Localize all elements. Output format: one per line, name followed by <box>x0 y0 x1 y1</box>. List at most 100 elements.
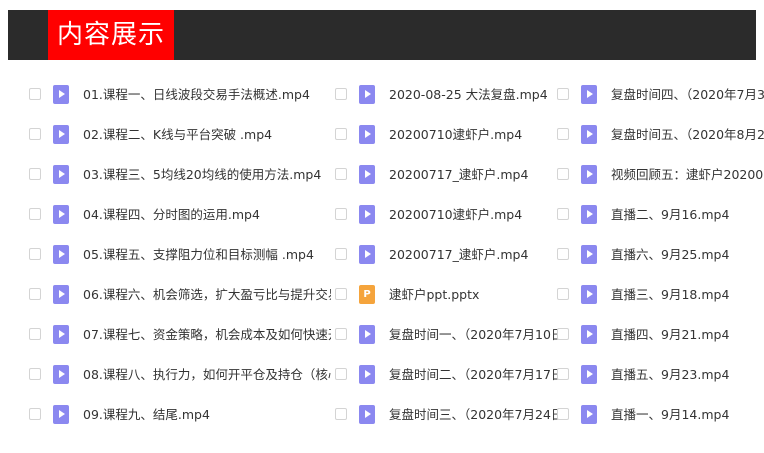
file-name[interactable]: 04.课程四、分时图的运用.mp4 <box>83 195 331 235</box>
file-name[interactable]: 20200710逮虾户.mp4 <box>389 195 559 235</box>
file-item[interactable]: 直播六、9月25.mp4 <box>557 235 757 275</box>
file-item[interactable]: 20200717_逮虾户.mp4 <box>335 235 559 275</box>
file-item[interactable]: 复盘时间三、（2020年7月24日 <box>335 395 559 435</box>
video-file-icon <box>581 365 597 384</box>
file-checkbox[interactable] <box>557 408 569 420</box>
video-file-icon <box>359 85 375 104</box>
file-checkbox[interactable] <box>29 88 41 100</box>
file-checkbox[interactable] <box>29 288 41 300</box>
file-name[interactable]: 07.课程七、资金策略，机会成本及如何快速开 <box>83 315 331 355</box>
file-item[interactable]: 直播二、9月16.mp4 <box>557 195 757 235</box>
file-checkbox[interactable] <box>335 168 347 180</box>
file-checkbox[interactable] <box>557 248 569 260</box>
file-item[interactable]: P 逮虾户ppt.pptx <box>335 275 559 315</box>
file-name[interactable]: 复盘时间五、（2020年8月2 <box>611 115 764 155</box>
file-item[interactable]: 复盘时间四、（2020年7月3 <box>557 75 764 115</box>
file-item[interactable]: 03.课程三、5均线20均线的使用方法.mp4 <box>29 155 331 195</box>
file-checkbox[interactable] <box>335 248 347 260</box>
file-item[interactable]: 20200717_逮虾户.mp4 <box>335 155 559 195</box>
video-file-icon <box>359 325 375 344</box>
file-name[interactable]: 06.课程六、机会筛选，扩大盈亏比与提升交易 <box>83 275 331 315</box>
file-name[interactable]: 05.课程五、支撑阻力位和目标测幅 .mp4 <box>83 235 331 275</box>
file-name[interactable]: 03.课程三、5均线20均线的使用方法.mp4 <box>83 155 331 195</box>
file-checkbox[interactable] <box>557 128 569 140</box>
file-name[interactable]: 直播三、9月18.mp4 <box>611 275 764 315</box>
file-checkbox[interactable] <box>335 88 347 100</box>
file-name[interactable]: 直播六、9月25.mp4 <box>611 235 764 275</box>
file-checkbox[interactable] <box>557 288 569 300</box>
video-file-icon <box>359 165 375 184</box>
file-item[interactable]: 20200710逮虾户.mp4 <box>335 115 559 155</box>
file-name[interactable]: 直播一、9月14.mp4 <box>611 395 764 435</box>
file-name[interactable]: 直播五、9月23.mp4 <box>611 355 764 395</box>
video-file-icon <box>53 205 69 224</box>
file-grid: 01.课程一、日线波段交易手法概述.mp4 02.课程二、K线与平台突破 .mp4… <box>0 75 764 435</box>
file-item[interactable]: 直播五、9月23.mp4 <box>557 355 757 395</box>
video-file-icon <box>581 245 597 264</box>
file-checkbox[interactable] <box>335 128 347 140</box>
file-checkbox[interactable] <box>557 328 569 340</box>
file-name[interactable]: 复盘时间一、（2020年7月10日 <box>389 315 559 355</box>
file-checkbox[interactable] <box>29 168 41 180</box>
file-name[interactable]: 01.课程一、日线波段交易手法概述.mp4 <box>83 75 331 115</box>
file-name[interactable]: 复盘时间四、（2020年7月3 <box>611 75 764 115</box>
file-checkbox[interactable] <box>335 368 347 380</box>
file-item[interactable]: 复盘时间五、（2020年8月2 <box>557 115 764 155</box>
file-name[interactable]: 20200710逮虾户.mp4 <box>389 115 559 155</box>
video-file-icon <box>359 205 375 224</box>
video-file-icon <box>53 245 69 264</box>
video-file-icon <box>53 365 69 384</box>
file-item[interactable]: 06.课程六、机会筛选，扩大盈亏比与提升交易 <box>29 275 331 315</box>
video-file-icon <box>53 165 69 184</box>
file-name[interactable]: 08.课程八、执行力，如何开平仓及持仓（核心 <box>83 355 331 395</box>
video-file-icon <box>581 165 597 184</box>
file-checkbox[interactable] <box>335 208 347 220</box>
file-checkbox[interactable] <box>335 288 347 300</box>
file-item[interactable]: 09.课程九、结尾.mp4 <box>29 395 331 435</box>
file-item[interactable]: 02.课程二、K线与平台突破 .mp4 <box>29 115 331 155</box>
file-name[interactable]: 2020-08-25 大法复盘.mp4 <box>389 75 559 115</box>
file-name[interactable]: 直播四、9月21.mp4 <box>611 315 764 355</box>
file-name[interactable]: 20200717_逮虾户.mp4 <box>389 235 559 275</box>
page-title: 内容展示 <box>48 10 175 60</box>
file-item[interactable]: 07.课程七、资金策略，机会成本及如何快速开 <box>29 315 331 355</box>
file-checkbox[interactable] <box>29 408 41 420</box>
file-checkbox[interactable] <box>29 368 41 380</box>
file-item[interactable]: 直播一、9月14.mp4 <box>557 395 757 435</box>
file-name[interactable]: 09.课程九、结尾.mp4 <box>83 395 331 435</box>
file-checkbox[interactable] <box>557 208 569 220</box>
file-item[interactable]: 复盘时间二、（2020年7月17日 <box>335 355 559 395</box>
file-checkbox[interactable] <box>29 208 41 220</box>
file-checkbox[interactable] <box>29 328 41 340</box>
file-item[interactable]: 复盘时间一、（2020年7月10日 <box>335 315 559 355</box>
file-name[interactable]: 20200717_逮虾户.mp4 <box>389 155 559 195</box>
video-file-icon <box>581 205 597 224</box>
ppt-icon-glyph: P <box>363 289 371 300</box>
file-item[interactable]: 05.课程五、支撑阻力位和目标测幅 .mp4 <box>29 235 331 275</box>
file-checkbox[interactable] <box>29 128 41 140</box>
file-checkbox[interactable] <box>335 408 347 420</box>
file-item[interactable]: 2020-08-25 大法复盘.mp4 <box>335 75 559 115</box>
file-item[interactable]: 08.课程八、执行力，如何开平仓及持仓（核心 <box>29 355 331 395</box>
file-item[interactable]: 04.课程四、分时图的运用.mp4 <box>29 195 331 235</box>
file-checkbox[interactable] <box>29 248 41 260</box>
file-name[interactable]: 复盘时间二、（2020年7月17日 <box>389 355 559 395</box>
file-name[interactable]: 直播二、9月16.mp4 <box>611 195 764 235</box>
file-item[interactable]: 01.课程一、日线波段交易手法概述.mp4 <box>29 75 331 115</box>
video-file-icon <box>581 85 597 104</box>
file-name[interactable]: 视频回顾五：逮虾户202008 <box>611 155 764 195</box>
file-name[interactable]: 逮虾户ppt.pptx <box>389 275 559 315</box>
file-name[interactable]: 02.课程二、K线与平台突破 .mp4 <box>83 115 331 155</box>
video-file-icon <box>359 365 375 384</box>
file-checkbox[interactable] <box>557 168 569 180</box>
video-file-icon <box>359 125 375 144</box>
file-checkbox[interactable] <box>557 88 569 100</box>
file-checkbox[interactable] <box>335 328 347 340</box>
file-item[interactable]: 20200710逮虾户.mp4 <box>335 195 559 235</box>
file-item[interactable]: 视频回顾五：逮虾户202008 <box>557 155 764 195</box>
header-bar: 内容展示 <box>8 10 756 60</box>
file-item[interactable]: 直播四、9月21.mp4 <box>557 315 757 355</box>
file-checkbox[interactable] <box>557 368 569 380</box>
file-item[interactable]: 直播三、9月18.mp4 <box>557 275 757 315</box>
file-name[interactable]: 复盘时间三、（2020年7月24日 <box>389 395 559 435</box>
